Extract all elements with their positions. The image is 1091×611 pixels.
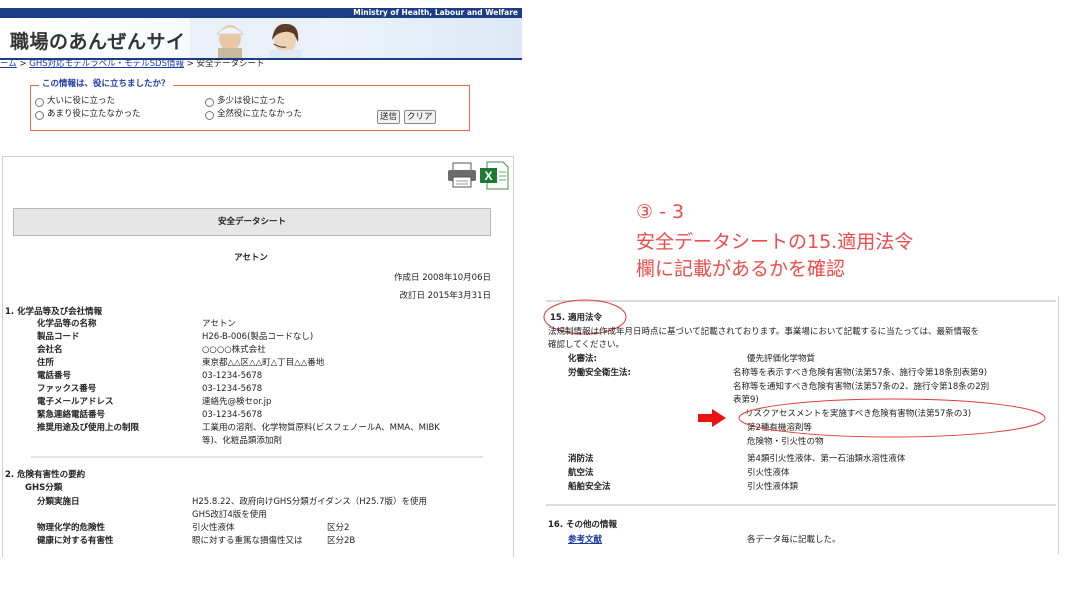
law-value: 優先評価化学物質 (747, 354, 816, 364)
feedback-option-label: あまり役に立たなかった (47, 109, 141, 119)
section-divider (31, 456, 483, 458)
law-value: 引火性液体類 (747, 482, 799, 492)
hazard-class: 区分2 (327, 523, 350, 533)
risk-highlight-circle (738, 398, 1046, 438)
field-label: 健康に対する有害性 (37, 536, 114, 546)
field-label: 住所 (37, 358, 55, 368)
field-label: 分類実施日 (37, 497, 80, 507)
site-title[interactable]: 職場のあんぜんサイト (10, 27, 205, 54)
field-value: H26-B-006(製品コードなし) (202, 332, 314, 342)
field-label: 会社名 (37, 345, 63, 355)
field-value: 東京都△△区△△町△丁目△△番地 (202, 358, 325, 368)
hazard-class: 区分2B (327, 536, 356, 546)
section15-intro: 法規制情報は作成年月日時点に基づいて記載されております。事業場において記載するに… (548, 327, 980, 337)
law-label: 船舶安全法 (568, 482, 611, 492)
field-label: 推奨用途及び使用上の制限 (37, 423, 140, 433)
breadcrumb: ーム > GHS対応モデルラベル・モデルSDS情報 > 安全データシート (0, 59, 265, 70)
site-banner: 職場のあんぜんサイト (0, 18, 522, 58)
references-link[interactable]: 参考文献 (568, 535, 602, 546)
field-value: GHS改訂4版を使用 (192, 510, 267, 520)
breadcrumb-separator: > (186, 59, 194, 69)
breadcrumb-home-link[interactable]: ーム (0, 59, 17, 69)
law-label: 労働安全衛生法: (568, 368, 631, 378)
section2-heading: 2. 危険有害性の要約 (5, 470, 86, 480)
field-value: H25.8.22、政府向けGHS分類ガイダンス（H25.7版）を使用 (192, 497, 428, 507)
sds-title-bar: 安全データシート (13, 208, 491, 236)
ministry-bar: Ministry of Health, Labour and Welfare (0, 8, 522, 18)
references-value: 各データ毎に記載した。 (747, 535, 841, 545)
law-label: 消防法 (568, 454, 594, 464)
feedback-clear-button[interactable]: クリア (404, 110, 436, 124)
field-label: 化学品等の名称 (37, 319, 97, 329)
law-label: 化審法: (568, 354, 597, 364)
law-value: 第4類引火性液体、第一石油類水溶性液体 (747, 454, 906, 464)
feedback-radio-not-very-useful[interactable] (35, 111, 44, 120)
law-value: 名称等を表示すべき危険有害物(法第57条、施行令第18条別表第9) (733, 368, 988, 378)
field-value: ○○○○株式会社 (202, 345, 266, 355)
red-arrow-icon (698, 409, 726, 427)
feedback-option-label: 全然役に立たなかった (217, 109, 303, 119)
feedback-option-label: 多少は役に立った (217, 96, 286, 106)
feedback-question: この情報は、役に立ちましたか？ (39, 79, 173, 90)
ministry-name: Ministry of Health, Labour and Welfare (353, 8, 518, 17)
breadcrumb-ghs-link[interactable]: GHS対応モデルラベル・モデルSDS情報 (29, 59, 184, 69)
field-label: ファックス番号 (37, 384, 97, 394)
field-value: 眼に対する重篤な損傷性又は (192, 536, 303, 546)
field-label: 製品コード (37, 332, 80, 342)
section15-intro: 確認してください。 (548, 340, 624, 350)
banner-photo-image (190, 18, 320, 58)
ghs-classification-label: GHS分類 (25, 483, 63, 493)
law-value: 引火性液体 (747, 468, 790, 478)
feedback-form: この情報は、役に立ちましたか？ 大いに役に立った 多少は役に立った あまり役に立… (30, 79, 470, 131)
feedback-option-label: 大いに役に立った (47, 96, 116, 106)
sds-product-name: アセトン (234, 253, 268, 263)
section1-heading: 1. 化学品等及び会社情報 (5, 307, 103, 317)
field-label: 電話番号 (37, 371, 72, 381)
field-value: 03-1234-5678 (202, 384, 263, 394)
feedback-radio-not-useful[interactable] (205, 111, 214, 120)
sds-title: 安全データシート (217, 217, 286, 227)
breadcrumb-separator: > (19, 59, 27, 69)
sds-created-date: 作成日 2008年10月06日 (394, 273, 491, 283)
law-value: 名称等を通知すべき危険有害物(法第57条の2、施行令第18条の2別 (733, 382, 990, 392)
annotation-text-line: 安全データシートの15.適用法令 (636, 231, 914, 253)
annotation-step: ③ - 3 (636, 201, 685, 223)
field-label: 物理化学的危険性 (37, 523, 106, 533)
frame-edge (1058, 296, 1059, 554)
feedback-send-button[interactable]: 送信 (377, 110, 401, 124)
field-value: 引火性液体 (192, 523, 235, 533)
field-value: 03-1234-5678 (202, 410, 263, 420)
sds-content: 安全データシート アセトン 作成日 2008年10月06日 改訂日 2015年3… (5, 157, 491, 557)
field-value: 連絡先@検セor.jp (202, 397, 272, 407)
sds-document: X 安全データシート アセトン 作成日 2008年10月06日 改訂日 2015… (2, 156, 514, 557)
section-divider (546, 504, 1056, 506)
field-value: 03-1234-5678 (202, 371, 263, 381)
field-value: アセトン (202, 319, 236, 329)
feedback-radio-very-useful[interactable] (35, 98, 44, 107)
annotation-text-line: 欄に記載があるかを確認 (636, 258, 846, 280)
law-label: 航空法 (568, 468, 594, 478)
field-label: 緊急連絡電話番号 (37, 410, 106, 420)
field-value: 工業用の溶剤、化学物質原料(ビスフェノールA、MMA、MIBK (202, 423, 440, 433)
zoomed-sds-excerpt: 15. 適用法令 法規制情報は作成年月日時点に基づいて記載されております。事業場… (540, 296, 1070, 554)
field-value: 等)、化粧品類添加剤 (202, 436, 282, 446)
breadcrumb-current: 安全データシート (196, 59, 265, 69)
field-label: 電子メールアドレス (37, 397, 114, 407)
sds-revised-date: 改訂日 2015年3月31日 (399, 291, 491, 301)
feedback-radio-somewhat-useful[interactable] (205, 98, 214, 107)
section16-heading: 16. その他の情報 (548, 520, 618, 530)
